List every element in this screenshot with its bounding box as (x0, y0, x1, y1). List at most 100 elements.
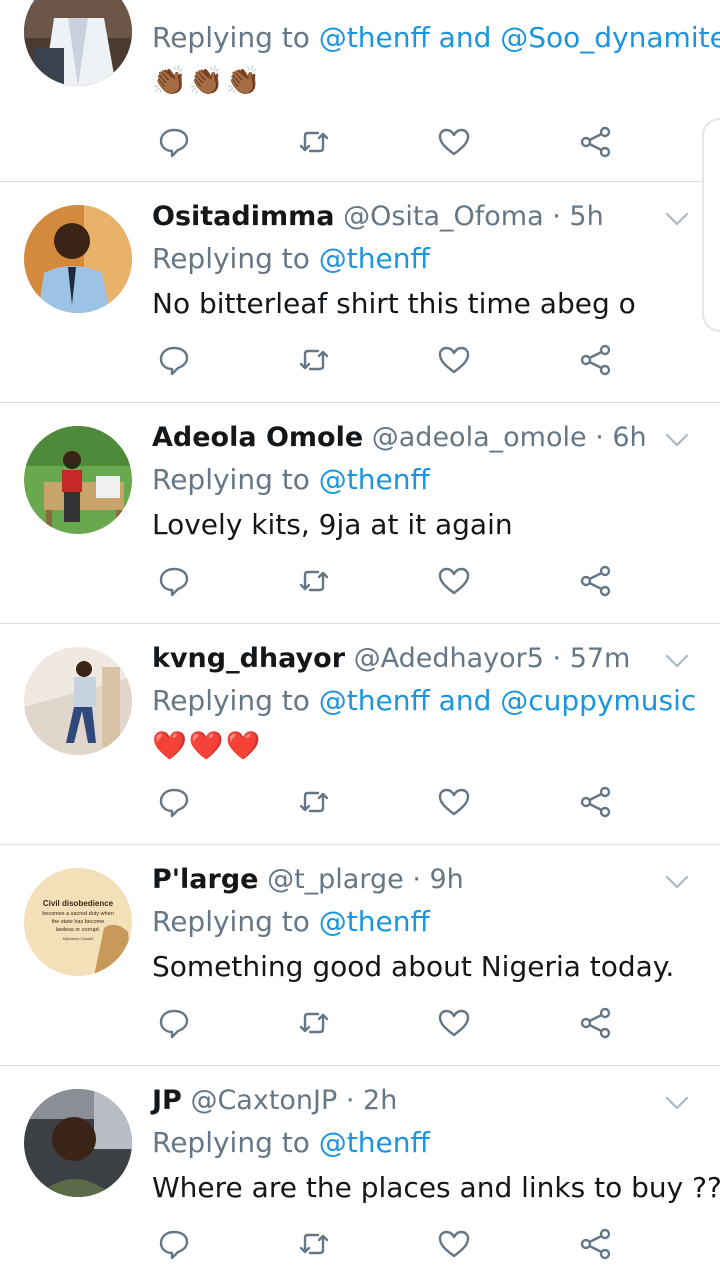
tweet-actions (152, 1005, 622, 1045)
display-name[interactable]: P'large (152, 864, 258, 895)
reply-icon[interactable] (156, 784, 192, 820)
mention-and: and (438, 21, 492, 54)
retweet-icon[interactable] (296, 784, 332, 820)
reply-icon[interactable] (156, 563, 192, 599)
share-icon[interactable] (578, 784, 614, 820)
avatar-image (24, 426, 132, 534)
share-icon[interactable] (578, 563, 614, 599)
user-handle[interactable]: @adeola_omole (372, 422, 587, 453)
retweet-icon[interactable] (296, 1226, 332, 1262)
quote-text: becomes a sacred duty when (42, 911, 114, 917)
quote-author: Mahatma Gandhi (63, 936, 94, 941)
mention-link[interactable]: @Soo_dynamite (500, 21, 720, 54)
avatar[interactable]: Civil disobedience becomes a sacred duty… (24, 868, 132, 976)
like-icon[interactable] (436, 1226, 472, 1262)
reply-icon[interactable] (156, 1226, 192, 1262)
mention-link[interactable]: @thenff (319, 905, 430, 938)
retweet-icon[interactable] (296, 342, 332, 378)
display-name[interactable]: Adeola Omole (152, 422, 363, 453)
tweet[interactable]: Adeola Omole @adeola_omole · 6h Replying… (0, 403, 720, 624)
display-name[interactable]: kvng_dhayor (152, 643, 345, 674)
replying-to: Replying to @thenff (152, 902, 680, 942)
mention-link[interactable]: @thenff (319, 684, 430, 717)
avatar-image (24, 0, 132, 86)
user-handle[interactable]: @t_plarge (267, 864, 404, 895)
replying-to-label: Replying to (152, 21, 310, 54)
user-handle[interactable]: @CaxtonJP (190, 1085, 337, 1116)
replying-to-label: Replying to (152, 1126, 310, 1159)
chevron-down-icon[interactable] (664, 1090, 690, 1116)
tweet-header: Adeola Omole @adeola_omole · 6h (152, 420, 680, 456)
user-handle[interactable]: @Osita_Ofoma (343, 201, 544, 232)
avatar[interactable] (24, 0, 132, 86)
replying-to-label: Replying to (152, 905, 310, 938)
like-icon[interactable] (436, 563, 472, 599)
tweet[interactable]: kvng_dhayor @Adedhayor5 · 57m Replying t… (0, 624, 720, 845)
tweet-text: No bitterleaf shirt this time abeg o (152, 287, 636, 320)
timestamp[interactable]: · 9h (412, 864, 463, 895)
chevron-down-icon[interactable] (664, 869, 690, 895)
reply-icon[interactable] (156, 124, 192, 160)
tweet-header: P'large @t_plarge · 9h (152, 862, 680, 898)
like-icon[interactable] (436, 124, 472, 160)
display-name[interactable]: JP (152, 1085, 182, 1116)
tweet-header: kvng_dhayor @Adedhayor5 · 57m (152, 641, 680, 677)
mention-link[interactable]: @thenff (319, 1126, 430, 1159)
avatar[interactable] (24, 426, 132, 534)
share-icon[interactable] (578, 124, 614, 160)
tweet[interactable]: JP @CaxtonJP · 2h Replying to @thenff Wh… (0, 1066, 720, 1260)
share-icon[interactable] (578, 1005, 614, 1041)
quote-text: Civil disobedience (43, 899, 114, 908)
replying-to-label: Replying to (152, 463, 310, 496)
replying-to: Replying to @thenff (152, 239, 680, 279)
tweet-text: 👏🏾👏🏾👏🏾 (152, 64, 263, 97)
replying-to-label: Replying to (152, 242, 310, 275)
chevron-down-icon[interactable] (664, 427, 690, 453)
tweet-text: Something good about Nigeria today. (152, 950, 675, 983)
avatar[interactable] (24, 647, 132, 755)
retweet-icon[interactable] (296, 563, 332, 599)
timestamp[interactable]: · 6h (595, 422, 646, 453)
quote-text: the state has become (52, 919, 105, 925)
replying-to-label: Replying to (152, 684, 310, 717)
tweet-text: Lovely kits, 9ja at it again (152, 508, 513, 541)
avatar-image: Civil disobedience becomes a sacred duty… (24, 868, 132, 976)
tweet[interactable]: Ositadimma @Osita_Ofoma · 5h Replying to… (0, 182, 720, 403)
like-icon[interactable] (436, 342, 472, 378)
quote-text: lawless or corrupt. (56, 927, 101, 933)
tweet[interactable]: Civil disobedience becomes a sacred duty… (0, 845, 720, 1066)
avatar[interactable] (24, 205, 132, 313)
display-name[interactable]: Ositadimma (152, 201, 334, 232)
tweet-actions (152, 563, 622, 603)
mention-link[interactable]: @thenff (319, 21, 430, 54)
user-handle[interactable]: @Adedhayor5 (354, 643, 544, 674)
timestamp[interactable]: · 5h (552, 201, 603, 232)
mention-and: and (438, 684, 492, 717)
timestamp[interactable]: · 57m (553, 643, 631, 674)
like-icon[interactable] (436, 784, 472, 820)
tweet-actions (152, 342, 622, 382)
share-icon[interactable] (578, 342, 614, 378)
timestamp[interactable]: · 2h (346, 1085, 397, 1116)
replying-to: Replying to @thenff (152, 460, 680, 500)
share-icon[interactable] (578, 1226, 614, 1262)
like-icon[interactable] (436, 1005, 472, 1041)
tweet[interactable]: Replying to @thenff and @Soo_dynamite 👏🏾… (0, 0, 720, 182)
tweet-header: JP @CaxtonJP · 2h (152, 1083, 680, 1119)
retweet-icon[interactable] (296, 124, 332, 160)
chevron-down-icon[interactable] (664, 648, 690, 674)
mention-link[interactable]: @thenff (319, 463, 430, 496)
tweet-actions (152, 124, 622, 164)
replying-to: Replying to @thenff and @cuppymusic (152, 681, 696, 721)
mention-link[interactable]: @cuppymusic (500, 684, 696, 717)
replying-to: Replying to @thenff (152, 1123, 680, 1163)
avatar-image (24, 647, 132, 755)
tweet-text: Where are the places and links to buy ?? (152, 1171, 720, 1204)
chevron-down-icon[interactable] (664, 206, 690, 232)
tweet-actions (152, 784, 622, 824)
avatar[interactable] (24, 1089, 132, 1197)
reply-icon[interactable] (156, 1005, 192, 1041)
reply-icon[interactable] (156, 342, 192, 378)
mention-link[interactable]: @thenff (319, 242, 430, 275)
retweet-icon[interactable] (296, 1005, 332, 1041)
